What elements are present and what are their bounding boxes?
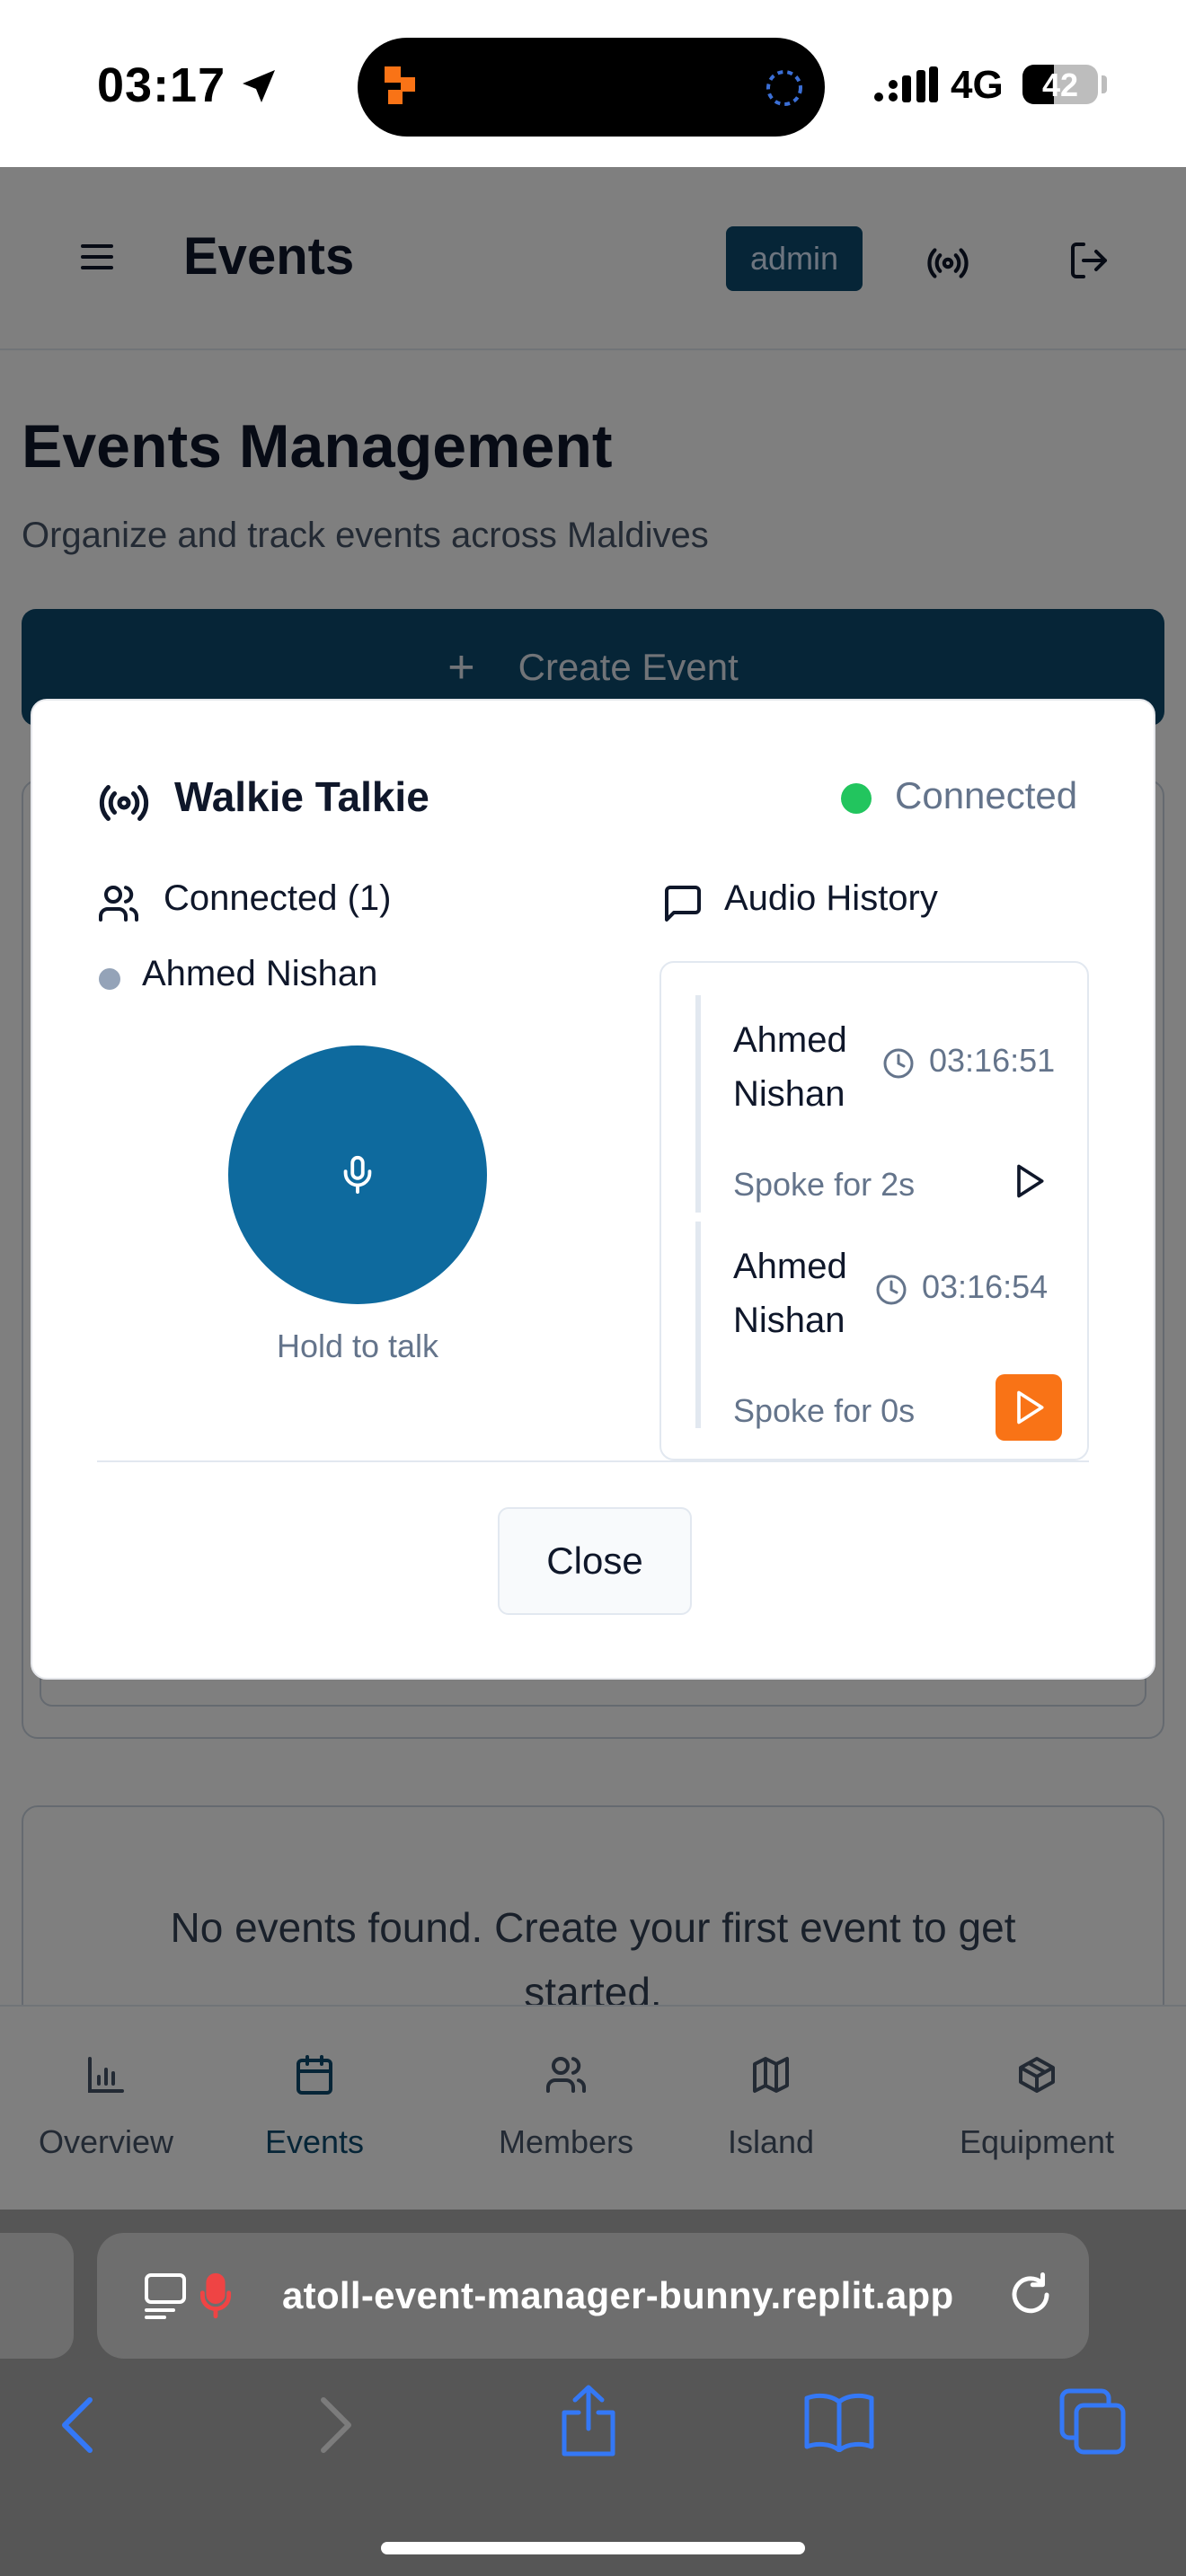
connection-status: Connected [895, 774, 1078, 816]
previous-tab-preview[interactable] [0, 2233, 74, 2359]
play-button[interactable] [996, 1148, 1062, 1214]
walkie-talkie-icon [97, 776, 151, 830]
status-time: 03:17 [97, 58, 226, 112]
recording-duration: Spoke for 0s [733, 1392, 916, 1429]
battery-icon: 42 [1022, 65, 1098, 104]
forward-icon[interactable] [313, 2393, 358, 2457]
speaker-name: Ahmed Nishan [733, 1247, 847, 1340]
address-bar[interactable]: atoll-event-manager-bunny.replit.app [97, 2233, 1089, 2359]
dialog-title: Walkie Talkie [174, 773, 429, 820]
close-button[interactable]: Close [498, 1507, 692, 1615]
clock-icon [875, 1274, 907, 1306]
reload-icon[interactable] [1006, 2271, 1055, 2319]
audio-history-heading: Audio History [724, 878, 938, 918]
bookmarks-icon[interactable] [803, 2391, 875, 2452]
dialog-divider [97, 1460, 1089, 1462]
push-to-talk-label: Hold to talk [276, 1328, 439, 1364]
clock-icon [882, 1047, 915, 1080]
users-icon [97, 882, 140, 925]
speaker-name: Ahmed Nishan [733, 1020, 847, 1114]
audio-history-list[interactable]: Ahmed Nishan 03:16:51 Spoke for 2s Ahmed N… [659, 961, 1089, 1460]
status-bar: 03:17 4G 42 [0, 0, 1186, 167]
battery-level: 42 [1041, 66, 1079, 103]
recording-time: 03:16:54 [922, 1268, 1049, 1305]
battery-nub [1102, 75, 1107, 93]
dynamic-island [358, 38, 825, 137]
tabs-icon[interactable] [1058, 2387, 1127, 2456]
url-text: atoll-event-manager-bunny.replit.app [282, 2274, 954, 2316]
share-icon[interactable] [557, 2384, 620, 2457]
location-arrow-icon [237, 65, 280, 108]
cellular-signal-icon [873, 66, 938, 102]
play-icon [1017, 1164, 1044, 1198]
connected-users-heading: Connected (1) [164, 878, 392, 918]
audio-history-item: Ahmed Nishan 03:16:51 Spoke for 2s [695, 995, 1064, 1213]
activity-ring-icon [764, 67, 805, 109]
app-activity-icon [385, 66, 426, 108]
push-to-talk-button[interactable] [228, 1045, 487, 1304]
play-button-highlighted[interactable] [996, 1374, 1062, 1441]
connection-status-dot [841, 783, 872, 814]
network-type: 4G [951, 63, 1004, 107]
play-icon [1017, 1390, 1044, 1425]
walkie-talkie-dialog: Walkie Talkie Connected Connected (1) Ah… [31, 699, 1155, 1680]
microphone-icon [343, 1155, 372, 1195]
user-status-dot [99, 968, 120, 990]
recording-time: 03:16:51 [929, 1042, 1056, 1079]
recording-microphone-icon [198, 2272, 234, 2319]
connected-user: Ahmed Nishan [142, 954, 378, 993]
page-menu-icon[interactable] [144, 2272, 187, 2319]
browser-toolbar: atoll-event-manager-bunny.replit.app [0, 2210, 1186, 2576]
back-icon[interactable] [56, 2393, 101, 2457]
home-indicator [381, 2542, 805, 2554]
recording-duration: Spoke for 2s [733, 1166, 916, 1203]
message-square-icon [661, 882, 704, 925]
audio-history-item: Ahmed Nishan 03:16:54 Spoke for 0s [695, 1222, 1064, 1441]
